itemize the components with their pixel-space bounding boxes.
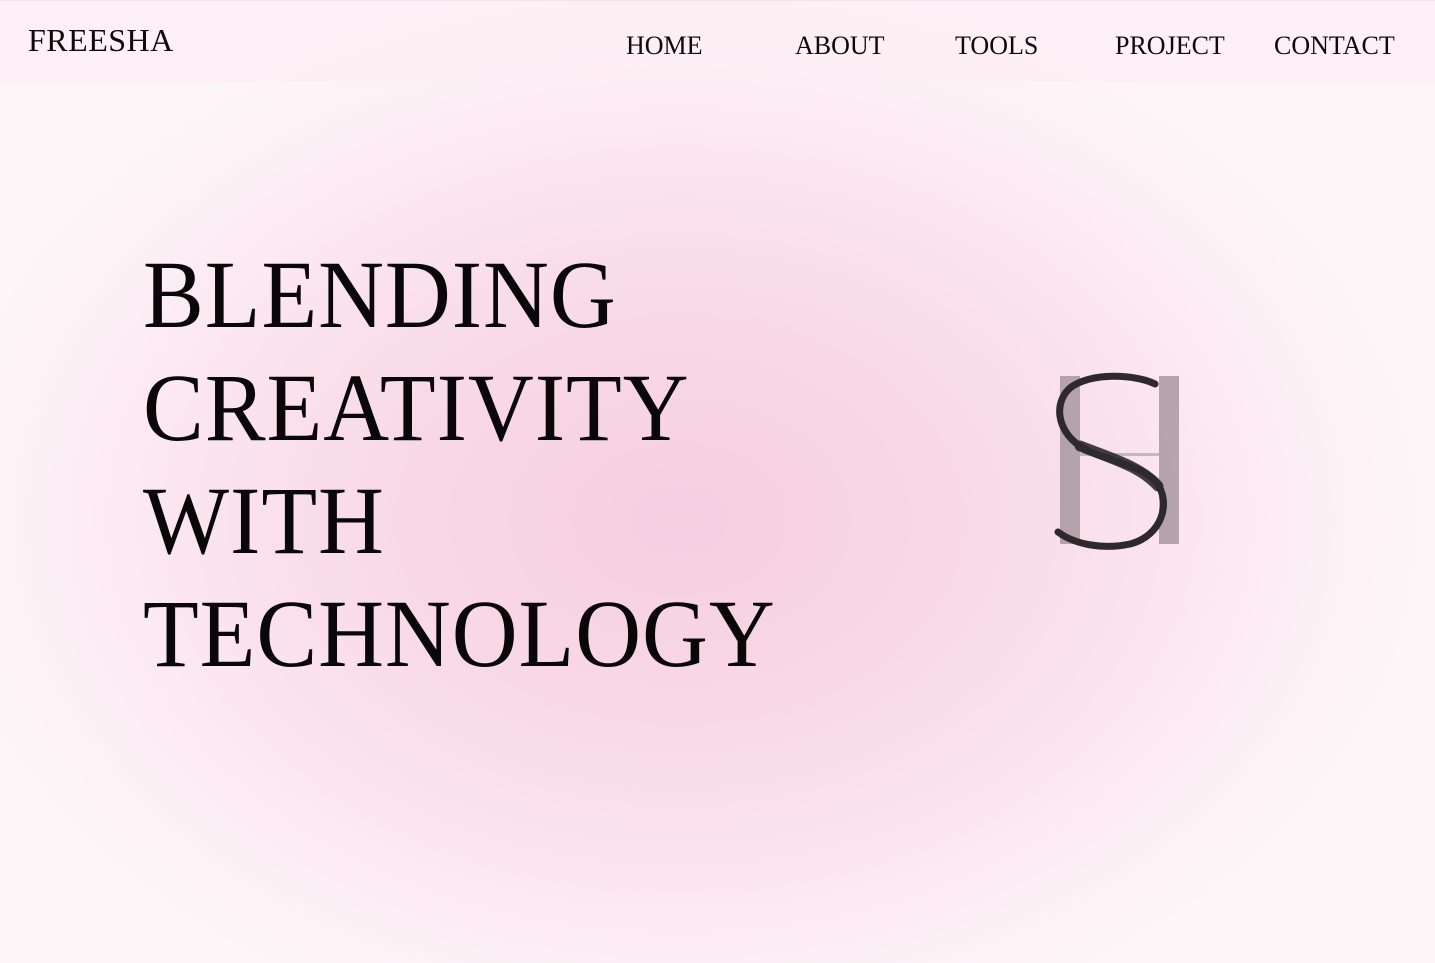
nav-link-about[interactable]: ABOUT [795, 33, 885, 59]
hero-headline: BLENDING CREATIVITY WITH TECHNOLOGY [143, 238, 809, 690]
brand-logo[interactable]: FREESHA [28, 24, 174, 56]
headline-line-3: WITH [143, 467, 385, 574]
nav-link-contact[interactable]: CONTACT [1274, 33, 1395, 59]
headline-line-4: TECHNOLOGY [143, 580, 776, 687]
sh-monogram-icon [1040, 360, 1200, 560]
nav-link-project[interactable]: PROJECT [1115, 33, 1225, 59]
nav-link-tools[interactable]: TOOLS [955, 33, 1038, 59]
nav-link-home[interactable]: HOME [626, 33, 703, 59]
headline-line-1: BLENDING [143, 241, 617, 348]
headline-line-2: CREATIVITY [143, 354, 690, 461]
navbar: FREESHA HOME ABOUT TOOLS PROJECT CONTACT [0, 0, 1435, 82]
